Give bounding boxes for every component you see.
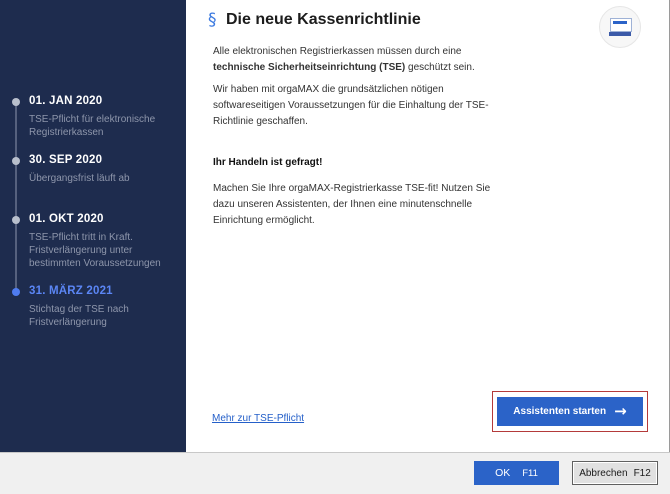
cancel-button[interactable]: Abbrechen F12 [572, 461, 658, 485]
intro-text: Alle elektronischen Registrierkassen müs… [213, 46, 475, 73]
timeline-sidebar: 01. JAN 2020 TSE-Pflicht für elektronisc… [0, 0, 186, 452]
timeline-dot [12, 98, 20, 106]
main-content: § Die neue Kassenrichtlinie Alle elektro… [186, 0, 669, 452]
timeline-desc: Übergangsfrist läuft ab [29, 173, 130, 184]
start-assistant-button[interactable]: Assistenten starten → [497, 397, 643, 426]
intro-text-bold: technische Sicherheitseinrichtung (TSE) [213, 62, 406, 73]
timeline-date: 01. OKT 2020 [29, 213, 104, 225]
dialog-footer: OK F11 Abbrechen F12 [0, 452, 670, 494]
start-assistant-label: Assistenten starten [513, 406, 607, 417]
timeline-date: 30. SEP 2020 [29, 154, 103, 166]
tse-register-icon [599, 6, 641, 48]
cancel-shortcut: F12 [633, 467, 651, 479]
timeline-dot-active [12, 288, 20, 296]
paragraph-icon: § [208, 10, 217, 30]
timeline-date-active: 31. MÄRZ 2021 [29, 285, 113, 297]
timeline-dot [12, 157, 20, 165]
timeline-desc: TSE-Pflicht tritt in Kraft. Fristverläng… [29, 232, 161, 269]
timeline-dot [12, 216, 20, 224]
action-heading: Ihr Handeln ist gefragt! [213, 157, 323, 168]
ok-button[interactable]: OK F11 [474, 461, 559, 485]
more-tse-link[interactable]: Mehr zur TSE-Pflicht [212, 413, 304, 424]
cancel-label: Abbrechen [579, 467, 628, 479]
timeline-date: 01. JAN 2020 [29, 95, 103, 107]
assistant-text: Machen Sie Ihre orgaMAX-Registrierkasse … [213, 183, 491, 226]
page-title: Die neue Kassenrichtlinie [226, 11, 421, 28]
arrow-right-icon: → [614, 402, 627, 420]
timeline-desc: TSE-Pflicht für elektronische Registrier… [29, 114, 156, 138]
ok-shortcut: F11 [522, 467, 538, 479]
timeline-desc: Stichtag der TSE nach Fristverlängerung [29, 304, 129, 328]
dialog-window: 01. JAN 2020 TSE-Pflicht für elektronisc… [0, 0, 670, 452]
ok-label: OK [495, 467, 511, 479]
timeline-line [15, 100, 17, 290]
software-text: Wir haben mit orgaMAX die grundsätzliche… [213, 84, 489, 127]
assistant-button-focus-frame: Assistenten starten → [492, 391, 648, 432]
